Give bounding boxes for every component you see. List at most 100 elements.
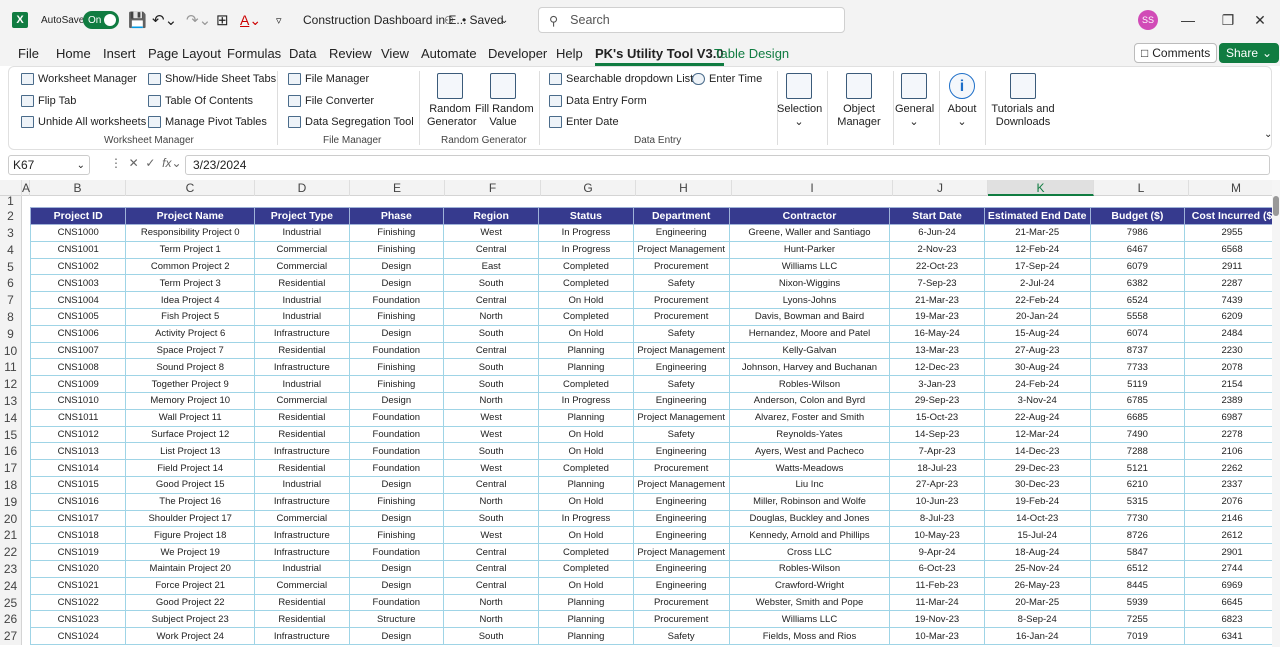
table-cell[interactable]: Safety [632,375,730,393]
about-button[interactable]: i About ⌄ [945,73,979,129]
column-header[interactable]: D [255,180,350,196]
file-converter-button[interactable]: File Converter [288,95,374,107]
table-cell[interactable]: Infrastructure [254,627,350,645]
table-cell[interactable]: Procurement [632,307,730,326]
table-cell[interactable]: Central [443,559,540,578]
table-cell[interactable]: 6524 [1089,291,1186,309]
table-cell[interactable]: 15-Jul-24 [983,526,1091,545]
table-cell[interactable]: West [443,459,540,477]
row-header[interactable]: 14 [0,409,22,427]
table-cell[interactable]: Design [348,274,445,293]
table-cell[interactable]: South [443,274,540,293]
column-header[interactable]: L [1094,180,1189,196]
table-cell[interactable]: 12-Feb-24 [983,240,1091,259]
document-title[interactable]: Construction Dashboard in E... [303,0,466,40]
table-cell[interactable]: 6341 [1184,627,1280,645]
table-cell[interactable]: 2076 [1184,492,1280,511]
vertical-scrollbar[interactable] [1272,180,1280,647]
table-cell[interactable]: Procurement [632,610,730,629]
table-cell[interactable]: South [443,509,540,528]
table-cell[interactable]: 5119 [1089,375,1186,393]
tab-review[interactable]: Review [329,46,372,61]
table-cell[interactable]: Subject Project 23 [125,610,256,629]
manage-pivot-button[interactable]: Manage Pivot Tables [148,116,267,128]
table-cell[interactable]: 6785 [1089,391,1186,410]
table-cell[interactable]: Good Project 22 [125,593,256,612]
searchable-dropdown-button[interactable]: Searchable dropdown List [549,73,693,85]
table-cell[interactable]: 18-Jul-23 [889,459,985,477]
save-icon[interactable]: 💾 [128,0,147,40]
table-cell[interactable]: CNS1010 [29,391,127,410]
table-cell[interactable]: Finishing [348,375,445,393]
tab-help[interactable]: Help [556,46,583,61]
table-cell[interactable]: Design [348,257,445,276]
redo-icon[interactable]: ↷⌄ [186,0,211,40]
column-header[interactable]: G [541,180,636,196]
table-cell[interactable]: 19-Mar-23 [889,307,985,326]
table-cell[interactable]: 6467 [1089,240,1186,259]
table-cell[interactable]: List Project 13 [125,442,256,461]
table-cell[interactable]: Procurement [632,257,730,276]
row-header[interactable]: 23 [0,561,22,578]
row-header[interactable]: 18 [0,477,22,494]
table-cell[interactable]: 9-Apr-24 [889,543,985,561]
table-cell[interactable]: Infrastructure [254,358,350,377]
table-cell[interactable]: East [443,257,540,276]
table-cell[interactable]: 5315 [1089,492,1186,511]
search-box[interactable]: ⚲ Search [538,7,845,33]
tab-insert[interactable]: Insert [103,46,136,61]
table-cell[interactable]: Infrastructure [254,442,350,461]
table-header-cell[interactable]: Status [538,207,634,225]
table-cell[interactable]: 2744 [1184,559,1280,578]
table-cell[interactable]: Planning [538,627,634,645]
table-cell[interactable]: 8445 [1089,576,1186,595]
table-cell[interactable]: Force Project 21 [125,576,256,595]
table-cell[interactable]: 22-Oct-23 [889,257,985,276]
table-cell[interactable]: Foundation [348,459,445,477]
table-cell[interactable]: 6568 [1184,240,1280,259]
table-cell[interactable]: North [443,593,540,612]
table-cell[interactable]: Industrial [254,375,350,393]
table-cell[interactable]: Surface Project 12 [125,425,256,444]
table-cell[interactable]: 10-May-23 [889,526,985,545]
fx-icon[interactable]: fx [162,156,171,170]
table-cell[interactable]: Commercial [254,391,350,410]
table-cell[interactable]: 6210 [1089,475,1186,494]
table-cell[interactable]: Shoulder Project 17 [125,509,256,528]
table-cell[interactable]: CNS1015 [29,475,127,494]
table-cell[interactable]: 25-Nov-24 [983,559,1091,578]
table-cell[interactable]: Finishing [348,240,445,259]
table-cell[interactable]: 7733 [1089,358,1186,377]
table-cell[interactable]: 6823 [1184,610,1280,629]
column-header[interactable]: M [1189,180,1280,196]
table-cell[interactable]: 7490 [1089,425,1186,444]
table-cell[interactable]: 2955 [1184,224,1280,242]
table-cell[interactable]: 20-Mar-25 [983,593,1091,612]
row-header[interactable]: 17 [0,460,22,477]
table-cell[interactable]: 14-Dec-23 [983,442,1091,461]
table-cell[interactable]: Figure Project 18 [125,526,256,545]
table-cell[interactable]: Central [443,291,540,309]
table-cell[interactable]: Hunt-Parker [728,240,891,259]
table-cell[interactable]: 22-Feb-24 [983,291,1091,309]
table-cell[interactable]: 29-Sep-23 [889,391,985,410]
table-cell[interactable]: CNS1000 [29,224,127,242]
table-cell[interactable]: Completed [538,559,634,578]
table-cell[interactable]: In Progress [538,509,634,528]
table-cell[interactable]: 2-Jul-24 [983,274,1091,293]
table-cell[interactable]: Procurement [632,593,730,612]
table-header-cell[interactable]: Project ID [29,207,127,225]
table-cell[interactable]: Residential [254,408,350,427]
table-cell[interactable]: CNS1011 [29,408,127,427]
table-cell[interactable]: Design [348,627,445,645]
table-cell[interactable]: Lyons-Johns [728,291,891,309]
table-cell[interactable]: Field Project 14 [125,459,256,477]
table-cell[interactable]: On Hold [538,291,634,309]
table-cell[interactable]: South [443,627,540,645]
table-cell[interactable]: Procurement [632,291,730,309]
table-cell[interactable]: Commercial [254,576,350,595]
table-cell[interactable]: Engineering [632,509,730,528]
table-cell[interactable]: Maintain Project 20 [125,559,256,578]
table-of-contents-button[interactable]: Table Of Contents [148,95,253,107]
table-cell[interactable]: South [443,375,540,393]
